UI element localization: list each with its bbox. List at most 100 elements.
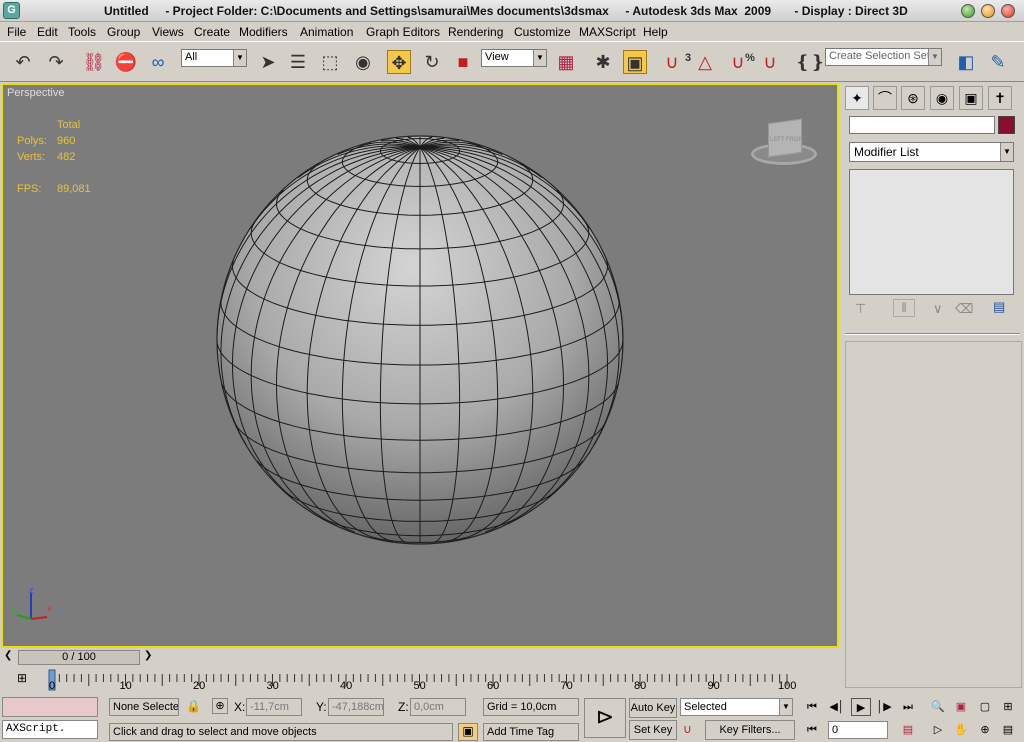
track-tick-label: 40 (340, 680, 353, 692)
redo-icon[interactable]: ↷ (44, 50, 68, 74)
modifier-list-label: Modifier List (854, 145, 919, 159)
unlink-icon[interactable]: ⛔ (114, 50, 138, 74)
angle-snap-icon[interactable]: △ (693, 50, 717, 74)
go-to-start-icon[interactable]: ⏮ (802, 698, 822, 716)
pan-view-icon[interactable]: ✋ (951, 721, 971, 739)
menu-modifiers[interactable]: Modifiers (239, 25, 288, 39)
modify-tab-icon[interactable]: ⌒ (873, 86, 897, 110)
set-key-mode-icon[interactable]: ⊳ (584, 698, 626, 738)
link-icon[interactable]: ⛓ (82, 50, 106, 74)
pin-stack-icon[interactable]: ⊤ (855, 301, 866, 317)
menu-tools[interactable]: Tools (68, 25, 96, 39)
spinner-snap-icon[interactable]: ∪ (758, 50, 782, 74)
perspective-viewport[interactable]: Perspective Total Polys: 960 Verts: 482 … (1, 83, 839, 648)
edit-named-selection-icon[interactable]: ❴❵ (795, 50, 825, 74)
bind-space-warp-icon[interactable]: ∞ (146, 50, 170, 74)
make-unique-icon[interactable]: ∨ (933, 301, 943, 317)
viewcube[interactable]: LEFT FRONT (748, 115, 820, 171)
app-icon[interactable]: G (3, 2, 20, 19)
menu-create[interactable]: Create (194, 25, 230, 39)
time-configuration-icon[interactable]: ▤ (898, 721, 918, 739)
prompt-line: Click and drag to select and move object… (109, 723, 453, 741)
default-tangents-icon[interactable]: ∪ (683, 722, 692, 736)
menu-group[interactable]: Group (107, 25, 140, 39)
menu-help[interactable]: Help (643, 25, 668, 39)
window-crossing-icon[interactable]: ◉ (351, 50, 375, 74)
utilities-tab-icon[interactable]: ✝ (988, 86, 1012, 110)
selection-filter-dropdown[interactable]: All ▼ (181, 49, 247, 67)
key-filters-button[interactable]: Key Filters... (705, 720, 795, 740)
reference-coordinate-dropdown[interactable]: View ▼ (481, 49, 547, 67)
select-object-icon[interactable]: ➤ (256, 50, 280, 74)
show-end-result-icon[interactable]: ‖ (893, 299, 915, 317)
modifier-stack[interactable] (849, 169, 1014, 295)
key-mode-dropdown[interactable]: Selected ▼ (680, 698, 793, 716)
maximize-viewport-icon[interactable]: ▤ (998, 721, 1018, 739)
keyboard-shortcut-override-icon[interactable]: ▣ (623, 50, 647, 74)
menu-graph-editors[interactable]: Graph Editors (366, 25, 440, 39)
zoom-extents-all-icon[interactable]: ⊞ (998, 698, 1018, 716)
current-frame-field[interactable]: 0 (828, 721, 888, 739)
select-and-scale-icon[interactable]: ■ (451, 50, 475, 74)
menu-animation[interactable]: Animation (300, 25, 353, 39)
time-tag-icon[interactable]: ▣ (458, 723, 478, 741)
named-selection-set-field[interactable]: Create Selection Set ▼ (825, 48, 942, 66)
select-and-rotate-icon[interactable]: ↻ (420, 50, 444, 74)
zoom-all-icon[interactable]: ▣ (951, 698, 971, 716)
configure-modifier-sets-icon[interactable]: ▤ (993, 299, 1005, 315)
sphere-object[interactable] (3, 85, 837, 646)
menu-edit[interactable]: Edit (37, 25, 58, 39)
close-button[interactable] (1001, 4, 1015, 18)
modifier-list-dropdown[interactable]: Modifier List ▼ (849, 142, 1014, 162)
play-icon[interactable]: ▶ (851, 698, 871, 716)
y-coordinate-field[interactable]: -47,188cm (328, 698, 384, 716)
go-to-end-icon[interactable]: ⏭ (898, 698, 918, 716)
hierarchy-tab-icon[interactable]: ⊛ (901, 86, 925, 110)
maxscript-mini-listener-top[interactable] (2, 697, 98, 717)
key-mode-toggle-icon[interactable]: ⏮ (802, 721, 822, 739)
window-title: Untitled - Project Folder: C:\Documents … (104, 4, 908, 18)
x-coordinate-field[interactable]: -11,7cm (246, 698, 302, 716)
z-coordinate-field[interactable]: 0,0cm (410, 698, 466, 716)
chevron-down-icon: ▼ (1000, 143, 1013, 161)
previous-frame-icon[interactable]: ◀│ (827, 698, 847, 716)
menu-rendering[interactable]: Rendering (448, 25, 503, 39)
next-frame-icon[interactable]: │▶ (874, 698, 894, 716)
use-pivot-center-icon[interactable]: ▦ (554, 50, 578, 74)
display-tab-icon[interactable]: ▣ (959, 86, 983, 110)
time-slider[interactable]: 0 / 100 (18, 650, 140, 665)
maxscript-mini-listener[interactable]: AXScript. (2, 720, 98, 739)
zoom-extents-icon[interactable]: ▢ (975, 698, 995, 716)
mirror-icon[interactable]: ◧ (954, 50, 978, 74)
orbit-icon[interactable]: ⊕ (975, 721, 995, 739)
select-and-manipulate-icon[interactable]: ✱ (591, 50, 615, 74)
menu-maxscript[interactable]: MAXScript (579, 25, 636, 39)
menu-customize[interactable]: Customize (514, 25, 571, 39)
create-tab-icon[interactable]: ✦ (845, 86, 869, 110)
auto-key-button[interactable]: Auto Key (629, 698, 677, 718)
chevron-down-icon: ▼ (779, 699, 792, 715)
select-and-move-icon[interactable]: ✥ (387, 50, 411, 74)
absolute-mode-icon[interactable]: ⊕ (212, 698, 228, 714)
set-key-button[interactable]: Set Key (629, 720, 677, 740)
remove-modifier-icon[interactable]: ⌫ (955, 301, 973, 317)
lock-selection-icon[interactable]: 🔒 (186, 699, 201, 713)
maximize-button[interactable] (981, 4, 995, 18)
zoom-icon[interactable]: 🔍 (928, 698, 948, 716)
rectangular-selection-icon[interactable]: ⬚ (318, 50, 342, 74)
object-color-swatch[interactable] (998, 116, 1015, 134)
menu-file[interactable]: File (7, 25, 26, 39)
minimize-button[interactable] (961, 4, 975, 18)
time-prev-arrow-icon[interactable]: ❮ (4, 650, 12, 661)
align-icon[interactable]: ✎ (986, 50, 1010, 74)
motion-tab-icon[interactable]: ◉ (930, 86, 954, 110)
track-bar-toggle[interactable]: ⊞ (12, 671, 32, 689)
field-of-view-icon[interactable]: ▷ (928, 721, 948, 739)
undo-icon[interactable]: ↶ (11, 50, 35, 74)
object-name-field[interactable] (849, 116, 995, 134)
select-by-name-icon[interactable]: ☰ (286, 50, 310, 74)
menu-views[interactable]: Views (152, 25, 184, 39)
chevron-down-icon: ▼ (233, 50, 246, 66)
add-time-tag-button[interactable]: Add Time Tag (483, 723, 579, 741)
time-next-arrow-icon[interactable]: ❯ (144, 650, 152, 661)
